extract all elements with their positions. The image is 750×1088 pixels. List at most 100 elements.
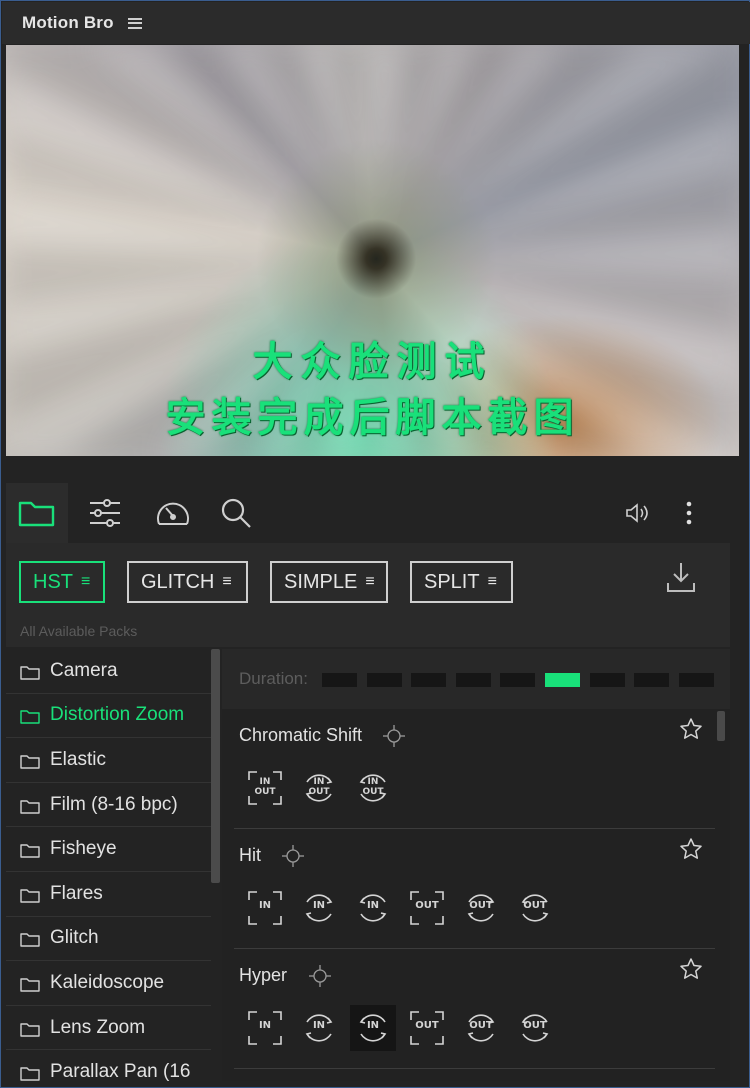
panel-title: Motion Bro xyxy=(22,13,114,32)
panel-menu-icon[interactable] xyxy=(127,17,142,29)
effects-scrollbar[interactable] xyxy=(717,711,725,741)
more-vertical-icon[interactable] xyxy=(658,483,720,543)
category-item[interactable]: Flares xyxy=(6,872,211,917)
effect-name: Chromatic Shift xyxy=(239,725,363,745)
transition-label-bottom: OUT xyxy=(308,787,330,797)
transition-label-top: OUT xyxy=(523,900,547,911)
download-icon[interactable] xyxy=(666,561,696,598)
target-icon[interactable] xyxy=(382,724,406,748)
packs-bar: HST ≡ GLITCH ≡ SIMPLE ≡ SPLIT ≡ All Avai… xyxy=(6,543,730,647)
transition-label-top: OUT xyxy=(523,1020,547,1031)
folder-icon xyxy=(20,664,40,680)
transition-label: IN OUT xyxy=(350,777,396,797)
transition-label: IN xyxy=(242,1021,288,1031)
transition-label-top: OUT xyxy=(415,900,439,911)
duration-row: Duration: xyxy=(222,649,730,709)
category-item[interactable]: Elastic xyxy=(6,738,211,783)
favorite-star-icon[interactable] xyxy=(679,957,703,986)
transition-in-ccw-button[interactable]: IN xyxy=(350,1005,396,1051)
category-item[interactable]: Kaleidoscope xyxy=(6,961,211,1006)
duration-segment[interactable] xyxy=(411,673,447,687)
duration-segment[interactable] xyxy=(366,673,402,687)
category-item[interactable]: Parallax Pan (16 xyxy=(6,1050,211,1081)
category-item[interactable]: Camera xyxy=(6,649,211,694)
target-icon[interactable] xyxy=(281,844,305,868)
transition-in-out-ccw-button[interactable]: IN OUT xyxy=(350,765,396,811)
effect-row: Chromatic Shift IN OUT IN OUT IN OUT xyxy=(234,709,715,829)
duration-segment[interactable] xyxy=(678,673,714,687)
pack-label: SIMPLE xyxy=(284,570,358,593)
category-item[interactable]: Glitch xyxy=(6,917,211,962)
duration-label: Duration: xyxy=(239,669,308,688)
category-label: Flares xyxy=(50,882,103,904)
folder-icon xyxy=(20,1021,40,1037)
category-list: Camera Distortion Zoom Elastic Film (8-16 b… xyxy=(6,649,211,1081)
transition-in-cw-button[interactable]: IN xyxy=(296,885,342,931)
transition-label-top: OUT xyxy=(469,1020,493,1031)
category-scrollbar[interactable] xyxy=(211,649,220,883)
transition-button-row: IN IN IN OUT OUT OUT xyxy=(242,1005,558,1051)
transition-out-button[interactable]: OUT xyxy=(404,1005,450,1051)
transition-label-top: IN xyxy=(313,777,325,787)
transition-out-button[interactable]: OUT xyxy=(404,885,450,931)
transition-in-out-button[interactable]: IN OUT xyxy=(242,765,288,811)
transition-label: IN xyxy=(350,901,396,911)
duration-segment[interactable] xyxy=(589,673,625,687)
transition-label: OUT xyxy=(404,1021,450,1031)
transition-label: IN xyxy=(350,1021,396,1031)
category-label: Lens Zoom xyxy=(50,1016,146,1038)
transition-in-ccw-button[interactable]: IN xyxy=(350,885,396,931)
pack-hst[interactable]: HST ≡ xyxy=(19,561,105,603)
transition-label: OUT xyxy=(458,901,504,911)
transition-label-top: IN xyxy=(366,900,380,911)
pack-label: GLITCH xyxy=(141,570,215,593)
transition-in-cw-button[interactable]: IN xyxy=(296,1005,342,1051)
effect-name: Hit xyxy=(239,845,261,865)
duration-segment[interactable] xyxy=(545,673,580,687)
category-item[interactable]: Film (8-16 bpc) xyxy=(6,783,211,828)
duration-segment[interactable] xyxy=(634,673,670,687)
transition-label-bottom: OUT xyxy=(254,787,276,797)
folder-icon xyxy=(20,708,40,725)
effect-preview: 大众脸测试 安装完成后脚本截图 xyxy=(6,45,739,456)
duration-segment[interactable] xyxy=(500,673,536,687)
pack-menu-icon: ≡ xyxy=(487,573,497,590)
duration-segment[interactable] xyxy=(455,673,491,687)
transition-button-row: IN OUT IN OUT IN OUT xyxy=(242,765,396,811)
folder-icon xyxy=(20,931,40,948)
category-item[interactable]: Fisheye xyxy=(6,827,211,872)
transition-out-ccw-button[interactable]: OUT xyxy=(512,1005,558,1051)
transition-out-ccw-button[interactable]: OUT xyxy=(512,885,558,931)
effects-panel: Duration: Chromatic Shift IN OUT IN OUT IN OUT… xyxy=(222,649,730,1081)
duration-segment[interactable] xyxy=(322,673,357,687)
category-item[interactable]: Lens Zoom xyxy=(6,1006,211,1051)
transition-label-top: IN xyxy=(312,1020,326,1031)
transition-out-cw-button[interactable]: OUT xyxy=(458,885,504,931)
effect-row: Hit IN IN IN OUT OUT OUT xyxy=(234,829,715,949)
search-icon[interactable] xyxy=(206,483,268,543)
target-icon[interactable] xyxy=(308,964,332,988)
sliders-icon[interactable] xyxy=(74,483,136,543)
folder-icon xyxy=(20,1065,40,1081)
effect-name: Hyper xyxy=(239,965,288,985)
transition-in-out-cw-button[interactable]: IN OUT xyxy=(296,765,342,811)
transition-in-button[interactable]: IN xyxy=(242,1005,288,1051)
transition-label-top: IN xyxy=(312,900,326,911)
transition-label-top: IN xyxy=(258,1020,272,1031)
pack-simple[interactable]: SIMPLE ≡ xyxy=(270,561,388,603)
favorite-star-icon[interactable] xyxy=(679,717,703,746)
pack-glitch[interactable]: GLITCH ≡ xyxy=(127,561,248,603)
pack-label: SPLIT xyxy=(424,570,480,593)
transition-out-cw-button[interactable]: OUT xyxy=(458,1005,504,1051)
folder-icon xyxy=(20,887,40,903)
category-item[interactable]: Distortion Zoom xyxy=(6,694,211,739)
folder-icon xyxy=(20,842,40,858)
pack-menu-icon: ≡ xyxy=(365,573,375,590)
folder-icon[interactable] xyxy=(6,483,68,543)
pack-split[interactable]: SPLIT ≡ xyxy=(410,561,513,603)
transition-label: OUT xyxy=(512,901,558,911)
speedometer-icon[interactable] xyxy=(142,483,204,543)
transition-label-top: OUT xyxy=(469,900,493,911)
transition-in-button[interactable]: IN xyxy=(242,885,288,931)
favorite-star-icon[interactable] xyxy=(679,837,703,866)
